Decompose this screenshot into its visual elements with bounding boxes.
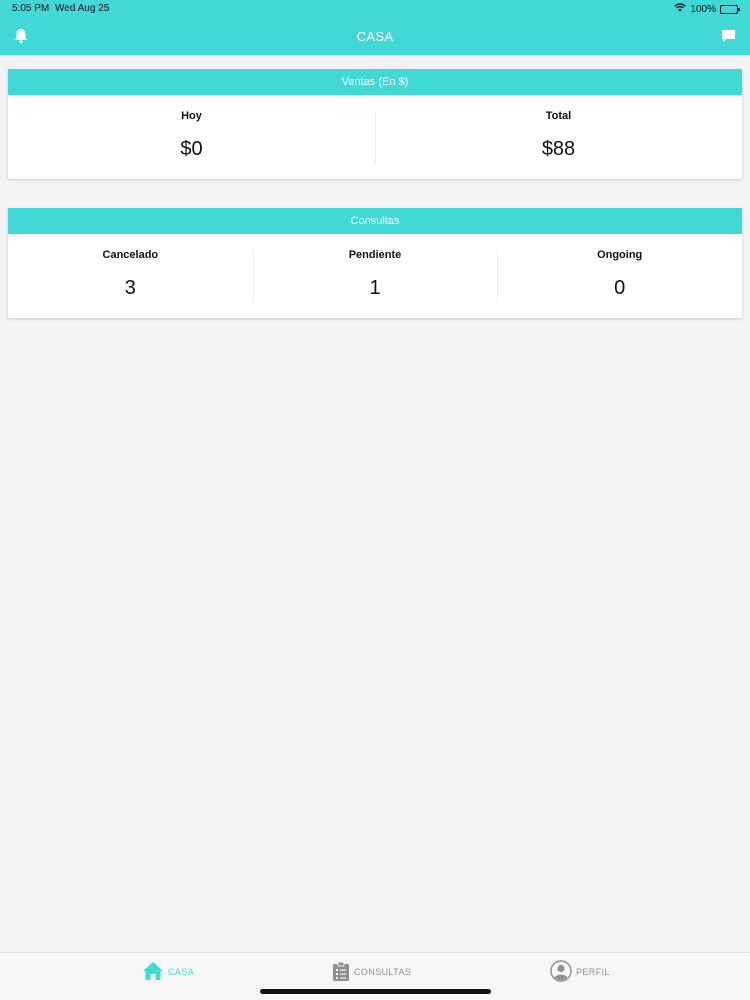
consultas-card-title: Consultas: [8, 208, 742, 234]
tab-consultas[interactable]: CONSULTAS: [332, 961, 411, 983]
tab-perfil[interactable]: PERFIL: [550, 960, 610, 984]
tab-label: CASA: [168, 967, 195, 977]
app-header: 5:05 PM Wed Aug 25 100% CASA: [0, 0, 750, 55]
stat-value: $88: [541, 138, 576, 160]
profile-icon: [550, 960, 572, 984]
ventas-card-title: Ventas (En $): [8, 69, 742, 95]
stat-value: $0: [180, 138, 203, 160]
home-indicator: [260, 989, 491, 994]
stat-label: Cancelado: [102, 249, 159, 261]
status-right: 100%: [674, 2, 740, 16]
ventas-card: Ventas (En $) Hoy $0 Total $88: [8, 69, 742, 179]
stat-value: 0: [614, 277, 626, 299]
stat-cancelado: Cancelado 3: [8, 234, 253, 318]
tab-casa[interactable]: CASA: [142, 961, 194, 983]
stat-ongoing: Ongoing 0: [497, 234, 742, 318]
stat-value: 1: [369, 277, 381, 299]
page-title: CASA: [356, 29, 394, 44]
consultas-card: Consultas Cancelado 3 Pendiente 1 Ongoin…: [8, 208, 742, 318]
wifi-icon: [674, 3, 687, 15]
battery-percent: 100%: [690, 3, 716, 15]
stat-label: Ongoing: [597, 249, 643, 261]
battery-icon: [720, 4, 740, 14]
ventas-stats: Hoy $0 Total $88: [8, 95, 742, 179]
stat-pendiente: Pendiente 1: [252, 234, 498, 318]
status-bar: 5:05 PM Wed Aug 25 100%: [0, 0, 750, 18]
stat-label: Total: [545, 110, 572, 122]
stat-value: 3: [124, 277, 136, 299]
tab-label: CONSULTAS: [354, 967, 412, 977]
home-icon: [142, 961, 164, 983]
stat-hoy: Hoy $0: [8, 95, 375, 179]
stat-label: Pendiente: [348, 249, 402, 261]
status-time: 5:05 PM: [12, 3, 50, 14]
consultas-stats: Cancelado 3 Pendiente 1 Ongoing 0: [8, 234, 742, 318]
clipboard-icon: [332, 961, 350, 984]
stat-label: Hoy: [181, 110, 202, 122]
tab-label: PERFIL: [576, 967, 610, 977]
message-icon[interactable]: [719, 27, 737, 45]
status-date: Wed Aug 25: [55, 3, 110, 14]
stat-total: Total $88: [375, 95, 742, 179]
